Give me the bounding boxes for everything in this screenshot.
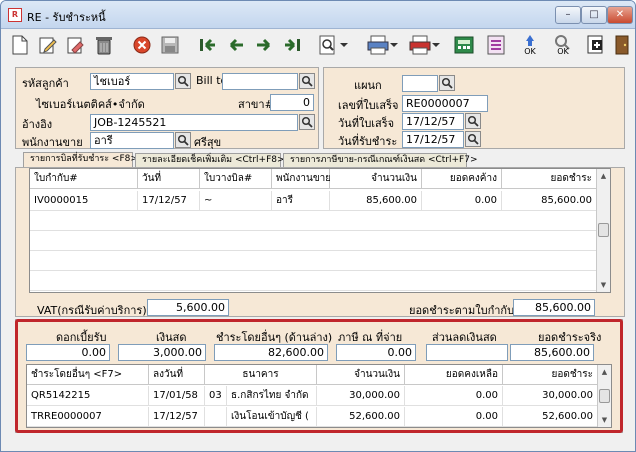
pay-date-field[interactable]: 17/12/57 [402, 131, 464, 148]
column-header[interactable]: ยอดคงค้าง [422, 169, 502, 189]
ref-label: อ้างอิง [22, 118, 53, 131]
scroll-thumb[interactable] [598, 223, 609, 237]
export-icon[interactable] [584, 33, 608, 57]
tab-invoices[interactable]: รายการบิลที่รับชำระ <F8> [23, 152, 138, 168]
column-header[interactable]: ใบกำกับ# [30, 169, 138, 189]
billing-no-cell[interactable]: ~ [200, 191, 272, 211]
calendar-search-icon[interactable] [465, 113, 481, 129]
search-icon[interactable] [299, 73, 315, 89]
empty-row [30, 231, 597, 251]
scroll-up-icon[interactable]: ▲ [597, 169, 610, 183]
ok-search-icon[interactable]: OK [551, 33, 575, 57]
search-icon[interactable] [175, 73, 191, 89]
salesman-name: ศรีสุข [194, 136, 222, 149]
receipt-date-field[interactable]: 17/12/57 [402, 113, 464, 130]
save-icon[interactable] [158, 33, 182, 57]
customer-code-label: รหัสลูกค้า [22, 77, 69, 90]
vat-field[interactable]: 5,600.00 [147, 299, 229, 316]
print-preview-icon[interactable] [366, 33, 390, 57]
pay-date-label: วันที่รับชำระ [338, 135, 398, 148]
vat-label: VAT(กรณีรับค่าบริการ) [37, 304, 147, 317]
tab-sales-tax[interactable]: รายการภาษีขาย-กรณีเกณฑ์เงินสด <Ctrl+F7> [283, 153, 477, 168]
chevron-down-icon[interactable] [431, 33, 441, 57]
invoice-grid: ใบกำกับ# วันที่ ใบวางบิล# พนักงานขาย จำน… [29, 168, 611, 293]
close-button[interactable]: ✕ [607, 6, 633, 24]
edit-icon[interactable] [36, 33, 60, 57]
salesman-label: พนักงานขาย [22, 136, 83, 149]
receipt-date-label: วันที่ใบเสร็จ [338, 117, 395, 130]
exit-icon[interactable] [610, 33, 634, 57]
column-header[interactable]: ใบวางบิล# [200, 169, 272, 189]
tab-cheque-details[interactable]: รายละเอียดเช็คเพิ่มเติม <Ctrl+F8> [135, 153, 285, 168]
branch-label: สาขา# [238, 98, 274, 111]
customer-name: ไซเบอร์เนตติคส์•จำกัด [36, 98, 145, 111]
outstanding-cell[interactable]: 0.00 [422, 191, 502, 211]
dept-label: แผนก [354, 79, 382, 92]
first-record-icon[interactable] [196, 33, 220, 57]
svg-text:OK: OK [524, 47, 536, 56]
search-icon[interactable] [299, 114, 315, 130]
search-icon[interactable] [439, 75, 455, 91]
app-icon: R [8, 8, 22, 22]
receipt-no-label: เลขที่ใบเสร็จ [338, 99, 399, 112]
pay-by-invoice-label: ยอดชำระตามใบกำกับ [409, 304, 515, 317]
eraser-icon[interactable] [64, 33, 88, 57]
bill-to-field[interactable] [222, 73, 298, 90]
customer-panel: รหัสลูกค้า ไชเบอร์ Bill to ไซเบอร์เนตติค… [15, 67, 319, 149]
empty-row [30, 271, 597, 291]
svg-text:OK: OK [557, 47, 569, 56]
trash-icon[interactable] [92, 33, 116, 57]
new-doc-icon[interactable] [8, 33, 32, 57]
amount-cell[interactable]: 85,600.00 [330, 191, 422, 211]
calculator-icon[interactable] [452, 33, 476, 57]
column-header[interactable]: วันที่ [138, 169, 200, 189]
search-icon[interactable] [316, 33, 340, 57]
chevron-down-icon[interactable] [389, 33, 399, 57]
search-icon[interactable] [175, 132, 191, 148]
prev-record-icon[interactable] [224, 33, 248, 57]
last-record-icon[interactable] [280, 33, 304, 57]
customer-code-field[interactable]: ไชเบอร์ [90, 73, 174, 90]
empty-row [30, 251, 597, 271]
highlight-box [15, 319, 623, 433]
minimize-button[interactable]: – [555, 6, 581, 24]
stop-icon[interactable] [130, 33, 154, 57]
calendar-search-icon[interactable] [465, 131, 481, 147]
next-record-icon[interactable] [252, 33, 276, 57]
title-bar: R RE - รับชำระหนี้ – □ ✕ [1, 1, 635, 29]
app-window: R RE - รับชำระหนี้ – □ ✕ OK OK รหัสลูกค้… [0, 0, 636, 452]
receipt-no-field[interactable]: RE0000007 [402, 95, 488, 112]
window-title: RE - รับชำระหนี้ [27, 11, 106, 24]
column-header[interactable]: พนักงานขาย [272, 169, 331, 189]
pay-by-invoice-field[interactable]: 85,600.00 [513, 299, 595, 316]
chevron-down-icon[interactable] [339, 33, 349, 57]
salesman-field[interactable]: อารี [90, 132, 174, 149]
branch-field[interactable]: 0 [270, 94, 314, 111]
ref-field[interactable]: JOB-1245521 [90, 114, 298, 131]
maximize-button[interactable]: □ [581, 6, 607, 24]
salesman-cell[interactable]: อารี [272, 191, 330, 211]
receipt-panel: แผนก เลขที่ใบเสร็จ RE0000007 วันที่ใบเสร… [323, 67, 625, 149]
scroll-down-icon[interactable]: ▼ [597, 278, 610, 292]
date-cell[interactable]: 17/12/57 [138, 191, 200, 211]
empty-row [30, 211, 597, 231]
scrollbar[interactable]: ▲ ▼ [596, 169, 610, 292]
column-header[interactable]: ยอดชำระ [502, 169, 597, 189]
toolbar: OK OK [6, 31, 632, 59]
dept-field[interactable] [402, 75, 438, 92]
invoice-no-cell[interactable]: IV0000015 [30, 191, 138, 211]
print-icon[interactable] [408, 33, 432, 57]
payment-cell[interactable]: 85,600.00 [502, 191, 597, 211]
column-header[interactable]: จำนวนเงิน [330, 169, 422, 189]
approve-icon[interactable]: OK [518, 33, 542, 57]
report-icon[interactable] [484, 33, 508, 57]
